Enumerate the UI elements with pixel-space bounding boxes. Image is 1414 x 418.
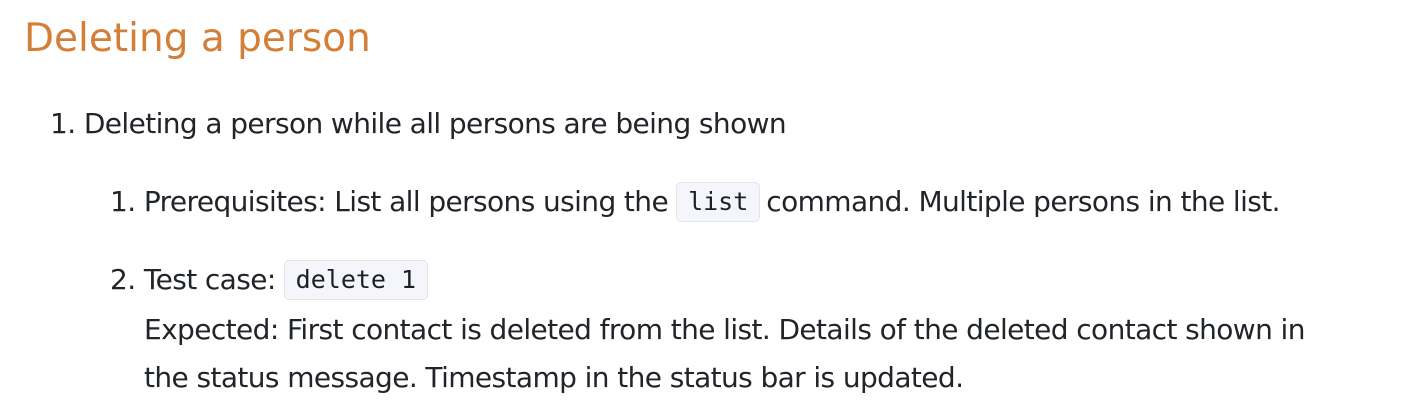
section-heading: Deleting a person [24, 16, 371, 61]
list-number: 1. [110, 185, 136, 218]
list-number: 2. [110, 263, 136, 296]
sub-list-item-test-case: 2. Test case: delete 1 [110, 260, 434, 300]
sub-list-item-prerequisites: 1. Prerequisites: List all persons using… [110, 182, 1281, 222]
inline-code-delete: delete 1 [283, 260, 429, 300]
list-number: 1. [50, 107, 76, 140]
list-item-text: Deleting a person while all persons are … [83, 107, 787, 140]
inline-code-list: list [676, 182, 761, 222]
list-item-text: Prerequisites: List all persons using th… [143, 185, 669, 218]
expected-text-line-1: Expected: First contact is deleted from … [144, 313, 1305, 346]
outer-list-item: 1. Deleting a person while all persons a… [50, 104, 787, 144]
expected-text-line-2: the status message. Timestamp in the sta… [144, 361, 964, 394]
list-item-text: Test case: [143, 263, 276, 296]
list-item-text-after: command. Multiple persons in the list. [766, 185, 1280, 218]
